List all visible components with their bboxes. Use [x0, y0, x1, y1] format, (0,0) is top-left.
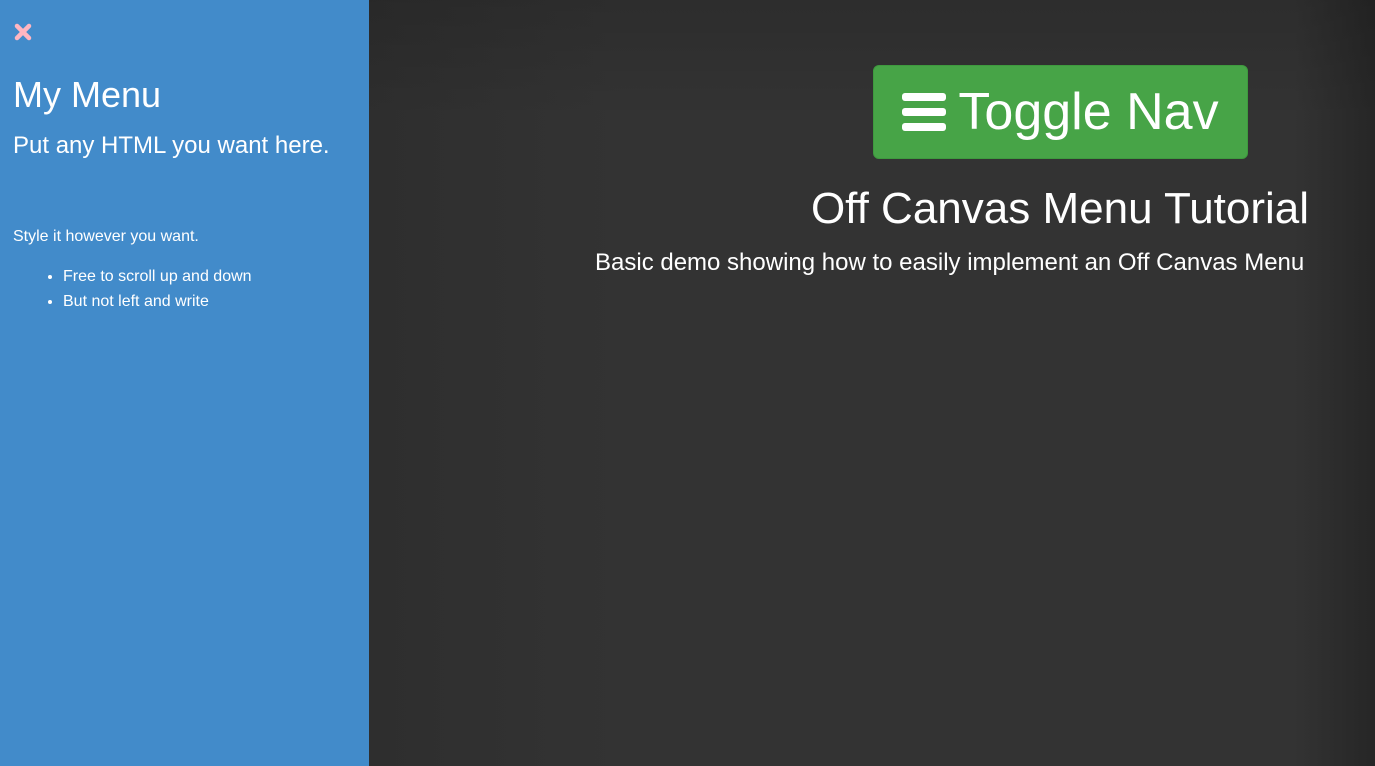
off-canvas-sidebar: My Menu Put any HTML you want here. Styl…: [0, 0, 369, 766]
sidebar-title: My Menu: [13, 74, 162, 115]
page-subtitle: Basic demo showing how to easily impleme…: [595, 249, 1305, 276]
toggle-nav-label: Toggle Nav: [958, 83, 1219, 141]
page-title: Off Canvas Menu Tutorial: [810, 184, 1310, 233]
sidebar-list: Free to scroll up and down But not left …: [13, 264, 252, 314]
page: My Menu Put any HTML you want here. Styl…: [0, 0, 1375, 766]
close-button[interactable]: [12, 20, 34, 44]
main-content: Toggle Nav Off Canvas Menu Tutorial Basi…: [369, 0, 1375, 766]
hamburger-icon: [902, 93, 947, 131]
close-icon: [13, 22, 33, 42]
toggle-nav-button[interactable]: Toggle Nav: [873, 65, 1248, 159]
list-item: Free to scroll up and down: [63, 264, 252, 289]
sidebar-text: Style it however you want.: [13, 228, 199, 245]
sidebar-subtitle: Put any HTML you want here.: [13, 132, 330, 159]
list-item: But not left and write: [63, 289, 252, 314]
